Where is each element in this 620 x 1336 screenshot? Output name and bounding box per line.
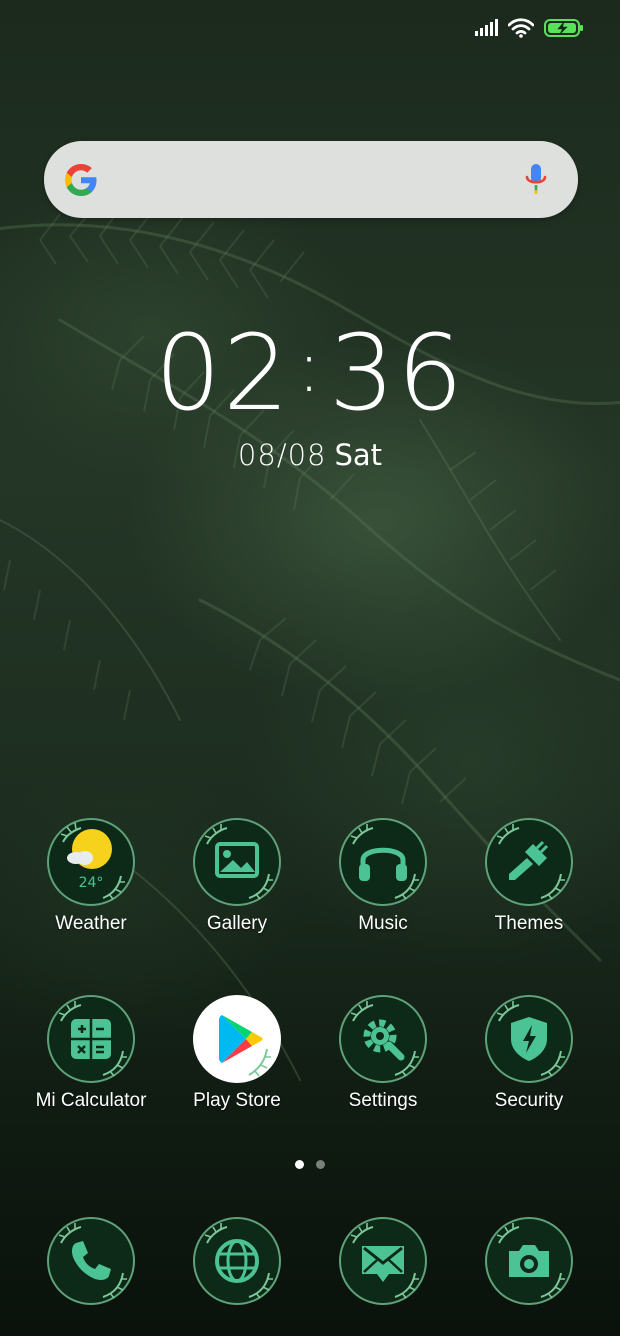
camera-icon (496, 1223, 565, 1299)
app-icon (43, 991, 139, 1087)
app-label: Settings (348, 1090, 418, 1111)
clock-minutes: 36 (328, 312, 466, 434)
app-icon (335, 1213, 431, 1309)
app-icon: 24° (43, 814, 139, 910)
app-icon (189, 814, 285, 910)
headphones-icon (350, 824, 419, 900)
app-label: Security (494, 1090, 564, 1111)
google-search-bar[interactable] (44, 141, 578, 218)
day-of-week: Sat (334, 438, 383, 472)
app-gallery[interactable]: Gallery (164, 814, 310, 936)
gallery-icon (204, 824, 273, 900)
dock-messaging[interactable] (310, 1213, 456, 1309)
wifi-icon (508, 18, 534, 38)
date-value: 08/08 (237, 438, 327, 472)
app-icon (481, 991, 577, 1087)
app-label: Weather (55, 913, 127, 934)
app-play-store[interactable]: Play Store (164, 991, 310, 1113)
weather-temp-badge: 24° (79, 875, 104, 891)
app-settings[interactable]: Settings (310, 991, 456, 1113)
shield-icon (496, 1001, 565, 1077)
settings-gear-icon (350, 1001, 419, 1077)
app-icon (335, 991, 431, 1087)
page-dot-active[interactable] (295, 1160, 304, 1169)
app-icon (43, 1213, 139, 1309)
app-label: Gallery (206, 913, 268, 934)
dock-camera[interactable] (456, 1213, 602, 1309)
app-icon (335, 814, 431, 910)
page-dot[interactable] (316, 1160, 325, 1169)
battery-charging-icon (544, 19, 583, 37)
calculator-icon (58, 1001, 127, 1077)
app-icon (189, 1213, 285, 1309)
clock-date[interactable]: 08/08 Sat (0, 437, 620, 473)
app-icon (189, 991, 285, 1087)
clock-colon: : (297, 326, 323, 408)
app-label: Themes (494, 913, 564, 934)
dock-phone[interactable] (18, 1213, 164, 1309)
signal-bars-icon (475, 19, 498, 36)
app-music[interactable]: Music (310, 814, 456, 936)
app-label: Music (358, 913, 408, 934)
app-label: Play Store (193, 1090, 281, 1111)
home-screen: 02:36 08/08 Sat 24° Weather Gallery Musi… (0, 0, 620, 1336)
app-label: Mi Calculator (35, 1090, 147, 1111)
phone-icon (58, 1223, 127, 1299)
app-icon (481, 814, 577, 910)
paintbrush-icon (496, 824, 565, 900)
browser-globe-icon (204, 1223, 273, 1299)
app-weather[interactable]: 24° Weather (18, 814, 164, 936)
clock-time[interactable]: 02:36 (0, 312, 620, 428)
status-bar (474, 14, 584, 42)
page-indicator (0, 1160, 620, 1169)
microphone-icon[interactable] (524, 163, 548, 197)
weather-icon: 24° (60, 822, 125, 900)
messaging-icon (350, 1223, 419, 1299)
google-g-icon (65, 164, 97, 196)
clock-hours: 02 (154, 312, 292, 434)
play-store-icon (219, 1015, 271, 1077)
app-icon (481, 1213, 577, 1309)
dock-browser[interactable] (164, 1213, 310, 1309)
app-mi-calculator[interactable]: Mi Calculator (18, 991, 164, 1113)
app-security[interactable]: Security (456, 991, 602, 1113)
app-themes[interactable]: Themes (456, 814, 602, 936)
